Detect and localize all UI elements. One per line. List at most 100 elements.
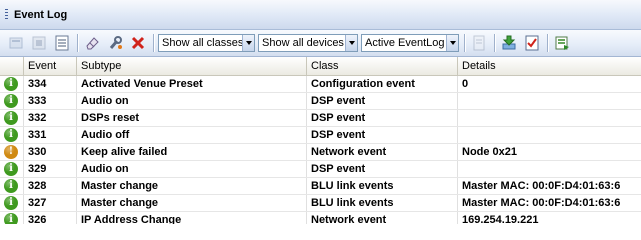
clear-filter-icon xyxy=(9,37,23,49)
column-header-details[interactable]: Details xyxy=(458,57,641,75)
table-row[interactable]: i 331 Audio off DSP event xyxy=(0,127,641,144)
subtype-cell: Audio on xyxy=(77,161,307,177)
device-filter-value: Show all devices xyxy=(262,37,344,49)
wrench-icon xyxy=(109,36,122,49)
details-cell: 169.254.19.221 xyxy=(462,214,539,224)
delete-button[interactable] xyxy=(128,33,148,53)
event-log-titlebar: Event Log xyxy=(0,0,641,30)
log-filter-select[interactable]: Active EventLog xyxy=(361,34,459,52)
list-button[interactable] xyxy=(52,33,72,53)
details-cell: Master MAC: 00:0F:D4:01:63:6 xyxy=(462,197,621,209)
info-icon: i xyxy=(4,111,18,125)
table-row[interactable]: i 332 DSPs reset DSP event xyxy=(0,110,641,127)
class-cell: Network event xyxy=(307,212,458,224)
subtype-cell: Audio off xyxy=(77,127,307,143)
class-cell: DSP event xyxy=(307,127,458,143)
event-cell: 334 xyxy=(24,76,77,92)
info-icon: i xyxy=(4,77,18,91)
status-cell: i xyxy=(0,161,24,177)
details-cell: Node 0x21 xyxy=(462,146,518,158)
toolbar: Show all classes Show all devices Active… xyxy=(0,30,641,57)
event-cell: 328 xyxy=(24,178,77,194)
status-cell: i xyxy=(0,93,24,109)
log-filter-value: Active EventLog xyxy=(365,37,445,49)
info-icon: i xyxy=(4,128,18,142)
eraser-icon xyxy=(86,37,99,50)
table-row[interactable]: ! 330 Keep alive failed Network event Node 0… xyxy=(0,144,641,161)
table-row[interactable]: i 329 Audio on DSP event xyxy=(0,161,641,178)
subtype-cell: Master change xyxy=(77,195,307,211)
table-body: i 334 Activated Venue Preset Configuration … xyxy=(0,76,641,224)
toolbar-separator xyxy=(547,34,548,52)
table-row[interactable]: i 334 Activated Venue Preset Configuration … xyxy=(0,76,641,93)
event-cell: 330 xyxy=(24,144,77,160)
class-cell: BLU link events xyxy=(307,178,458,194)
table-row[interactable]: i 333 Audio on DSP event xyxy=(0,93,641,110)
checklist-button[interactable] xyxy=(522,33,542,53)
details-cell xyxy=(458,93,641,109)
subtype-cell: Audio on xyxy=(77,93,307,109)
chevron-down-icon[interactable] xyxy=(345,35,357,51)
subtype-cell: Activated Venue Preset xyxy=(77,76,307,92)
column-header-status[interactable] xyxy=(0,57,24,75)
download-icon xyxy=(502,35,516,50)
info-icon: i xyxy=(4,162,18,176)
event-cell: 326 xyxy=(24,212,77,224)
info-icon: i xyxy=(4,196,18,210)
toolbar-separator xyxy=(77,34,78,52)
event-cell: 331 xyxy=(24,127,77,143)
export-icon xyxy=(555,36,569,50)
class-filter-value: Show all classes xyxy=(162,37,242,49)
window-title: Event Log xyxy=(14,8,68,21)
warning-icon: ! xyxy=(4,145,18,159)
column-header-event[interactable]: Event xyxy=(24,57,77,75)
table-row[interactable]: i 326 IP Address Change Network event 169.25… xyxy=(0,212,641,224)
document-icon xyxy=(473,35,485,51)
info-icon: i xyxy=(4,213,18,224)
event-cell: 327 xyxy=(24,195,77,211)
event-cell: 329 xyxy=(24,161,77,177)
details-cell: 0 xyxy=(462,78,469,90)
status-cell: i xyxy=(0,212,24,224)
export-button[interactable] xyxy=(552,33,572,53)
class-cell: Network event xyxy=(307,144,458,160)
details-cell xyxy=(458,127,641,143)
event-cell: 333 xyxy=(24,93,77,109)
grip-handle[interactable] xyxy=(5,9,8,20)
status-cell: i xyxy=(0,76,24,92)
status-cell: i xyxy=(0,178,24,194)
class-cell: DSP event xyxy=(307,93,458,109)
info-icon: i xyxy=(4,179,18,193)
status-cell: i xyxy=(0,195,24,211)
device-filter-select[interactable]: Show all devices xyxy=(258,34,358,52)
table-header: Event Subtype Class Details xyxy=(0,57,641,76)
chevron-down-icon[interactable] xyxy=(446,35,458,51)
subtype-cell: IP Address Change xyxy=(77,212,307,224)
stop-button[interactable] xyxy=(29,33,49,53)
status-cell: i xyxy=(0,110,24,126)
table-row[interactable]: i 328 Master change BLU link events Master M… xyxy=(0,178,641,195)
list-icon xyxy=(55,35,69,51)
document-button[interactable] xyxy=(469,33,489,53)
table-row[interactable]: i 327 Master change BLU link events Master M… xyxy=(0,195,641,212)
status-cell: ! xyxy=(0,144,24,160)
class-cell: DSP event xyxy=(307,110,458,126)
subtype-cell: DSPs reset xyxy=(77,110,307,126)
column-header-subtype[interactable]: Subtype xyxy=(77,57,307,75)
event-cell: 332 xyxy=(24,110,77,126)
details-cell xyxy=(458,110,641,126)
clear-filter-button[interactable] xyxy=(6,33,26,53)
class-cell: DSP event xyxy=(307,161,458,177)
column-header-class[interactable]: Class xyxy=(307,57,458,75)
wrench-button[interactable] xyxy=(105,33,125,53)
eraser-button[interactable] xyxy=(82,33,102,53)
chevron-down-icon[interactable] xyxy=(242,35,254,51)
details-cell: Master MAC: 00:0F:D4:01:63:6 xyxy=(462,180,621,192)
toolbar-separator xyxy=(464,34,465,52)
subtype-cell: Keep alive failed xyxy=(77,144,307,160)
delete-icon xyxy=(131,36,145,50)
class-filter-select[interactable]: Show all classes xyxy=(158,34,255,52)
stop-icon xyxy=(32,36,46,50)
download-button[interactable] xyxy=(499,33,519,53)
details-cell xyxy=(458,161,641,177)
